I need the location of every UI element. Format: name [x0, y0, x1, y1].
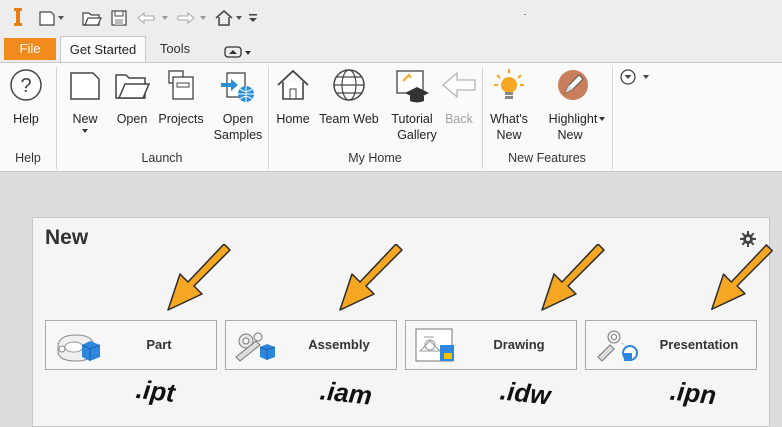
open-icon[interactable] — [82, 8, 102, 28]
annotation-arrow-part — [167, 244, 231, 311]
team-web-button[interactable]: Team Web — [316, 67, 382, 151]
part-icon — [52, 327, 104, 368]
back-label: Back — [445, 112, 473, 126]
drawing-icon — [412, 327, 464, 368]
chevron-down-icon[interactable] — [200, 8, 206, 28]
new-file-icon — [67, 67, 103, 106]
extension-label-assembly: .iam — [318, 375, 374, 411]
new-assembly-button[interactable]: Assembly — [225, 320, 397, 370]
presentation-icon — [592, 327, 644, 368]
home-label: Home — [276, 112, 310, 126]
new-icon[interactable] — [38, 8, 56, 28]
extension-label-part: .ipt — [134, 374, 177, 408]
panel-options-button[interactable] — [618, 67, 654, 87]
open-samples-label: Open Samples — [213, 112, 263, 142]
projects-icon — [163, 67, 199, 106]
ribbon-tabs: File Get Started Tools — [0, 36, 782, 62]
new-presentation-label: Presentation — [659, 337, 739, 352]
highlight-new-label: Highlight New — [548, 112, 598, 142]
annotation-arrow-drawing — [541, 244, 605, 311]
projects-button[interactable]: Projects — [154, 67, 208, 151]
new-button[interactable]: New — [64, 67, 106, 151]
svg-text:?: ? — [20, 75, 31, 97]
quick-access-toolbar — [0, 0, 782, 36]
home-icon[interactable] — [214, 8, 234, 28]
new-label: New — [72, 112, 98, 126]
ribbon-panel: ? Help New Open Projects Open Samples Lau… — [0, 62, 782, 172]
annotation-arrow-presentation — [711, 244, 773, 311]
customize-icon[interactable] — [248, 8, 258, 28]
highlighter-icon — [555, 67, 591, 106]
chevron-down-icon — [82, 129, 88, 133]
new-drawing-button[interactable]: Drawing — [405, 320, 577, 370]
title-separator — [524, 14, 526, 15]
group-label-new-features: New Features — [508, 151, 586, 165]
tab-file[interactable]: File — [4, 38, 56, 60]
back-button[interactable]: Back — [440, 67, 478, 151]
new-presentation-button[interactable]: Presentation — [585, 320, 757, 370]
globe-icon — [331, 67, 367, 106]
group-label-launch: Launch — [141, 151, 183, 165]
redo-icon[interactable] — [174, 8, 196, 28]
undo-icon[interactable] — [136, 8, 158, 28]
whats-new-button[interactable]: What's New — [486, 67, 532, 151]
new-part-button[interactable]: Part — [45, 320, 217, 370]
annotation-arrow-assembly — [339, 244, 403, 311]
inventor-logo-icon[interactable] — [10, 6, 26, 28]
chevron-down-icon[interactable] — [162, 8, 168, 28]
workspace: New Part Assembly Drawing Presentation .… — [0, 172, 782, 427]
group-separator — [612, 67, 613, 169]
tutorial-icon — [393, 67, 431, 108]
lightbulb-icon — [491, 67, 527, 108]
projects-label: Projects — [158, 112, 204, 126]
chevron-down-icon[interactable] — [58, 8, 64, 28]
save-icon[interactable] — [110, 8, 128, 28]
group-label-my-home: My Home — [348, 151, 402, 165]
tutorial-gallery-button[interactable]: Tutorial Gallery — [384, 67, 440, 151]
help-label: Help — [13, 112, 39, 126]
whats-new-label: What's New — [490, 112, 528, 142]
help-icon: ? — [8, 67, 44, 106]
assembly-icon — [232, 327, 284, 368]
open-label: Open — [116, 112, 148, 126]
new-drawing-label: Drawing — [493, 337, 545, 352]
tab-tools[interactable]: Tools — [150, 36, 200, 62]
new-part-label: Part — [146, 337, 172, 352]
chevron-down-icon — [599, 117, 605, 121]
home-button[interactable]: Home — [272, 67, 314, 151]
home-icon — [275, 67, 311, 106]
open-folder-icon — [113, 67, 151, 106]
open-samples-icon — [219, 67, 257, 108]
team-web-label: Team Web — [319, 112, 379, 126]
new-assembly-label: Assembly — [308, 337, 370, 352]
panel-toggle-icon[interactable] — [224, 42, 254, 58]
open-button[interactable]: Open — [112, 67, 152, 151]
group-label-help: Help — [15, 151, 41, 165]
tutorial-gallery-label: Tutorial Gallery — [391, 112, 437, 142]
back-arrow-icon — [441, 67, 477, 106]
panel-title: New — [45, 226, 89, 249]
highlight-new-button[interactable]: Highlight New — [540, 67, 606, 151]
extension-label-presentation: .ipn — [668, 375, 718, 411]
extension-label-drawing: .idw — [498, 375, 553, 411]
tab-get-started[interactable]: Get Started — [60, 36, 146, 62]
chevron-down-icon[interactable] — [236, 8, 242, 28]
open-samples-button[interactable]: Open Samples — [210, 67, 266, 151]
help-button[interactable]: ? Help — [6, 67, 46, 151]
